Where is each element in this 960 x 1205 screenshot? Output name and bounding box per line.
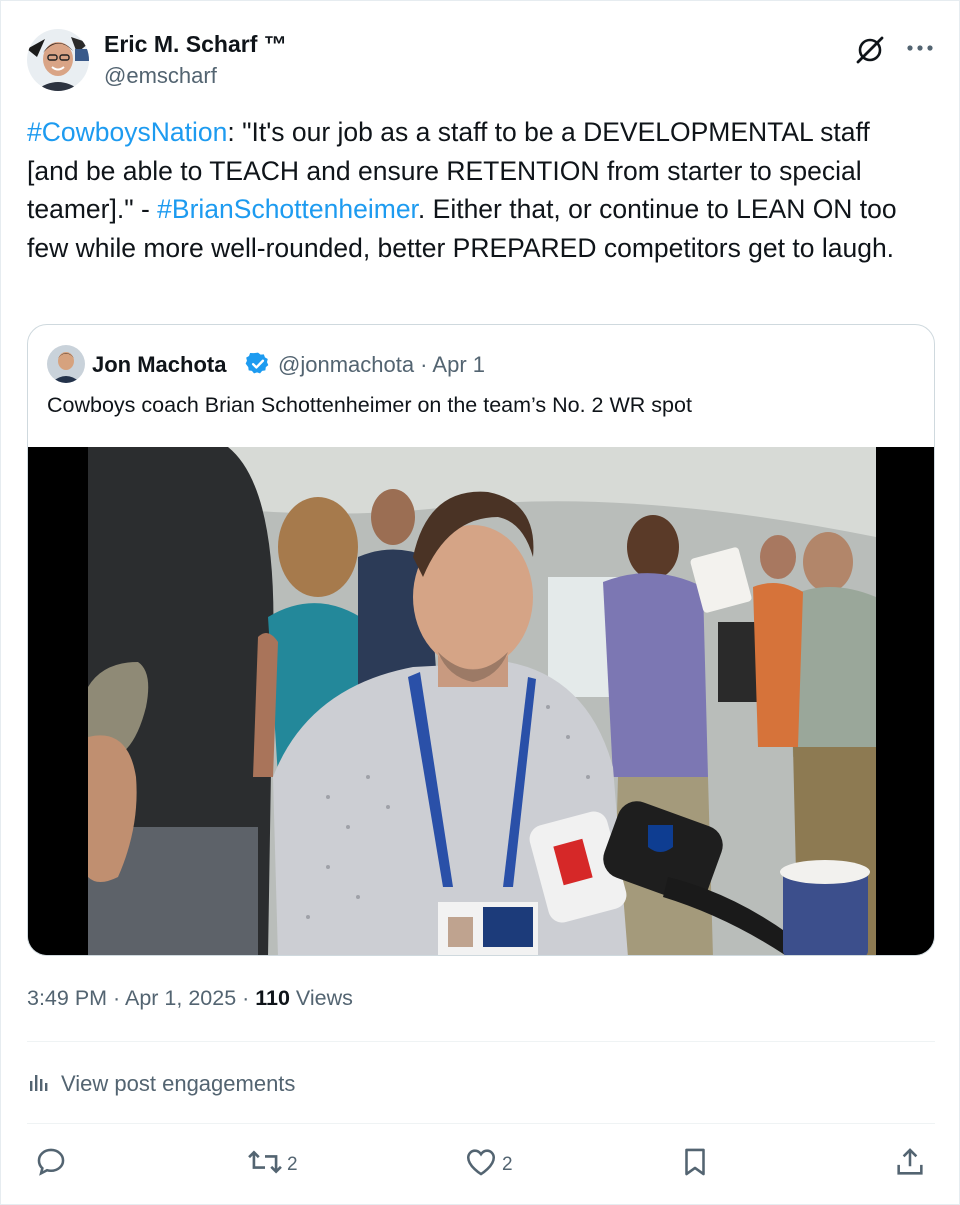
share-button[interactable] <box>893 1147 927 1183</box>
grok-icon[interactable] <box>854 33 886 65</box>
like-icon <box>464 1145 498 1185</box>
like-count: 2 <box>502 1154 513 1175</box>
divider <box>27 1123 935 1124</box>
post-meta: 3:49 PM · Apr 1, 2025 · 110 Views <box>27 986 353 1011</box>
bookmark-button[interactable] <box>678 1147 712 1183</box>
views-label: Views <box>289 986 353 1010</box>
post-container: Eric M. Scharf ™ @emscharf #CowboysNatio… <box>0 0 960 1205</box>
quoted-author-handle-date: @jonmachota · Apr 1 <box>278 352 485 377</box>
repost-count: 2 <box>287 1154 298 1175</box>
verified-badge-icon <box>245 351 271 377</box>
view-engagements-label: View post engagements <box>61 1071 296 1096</box>
divider <box>27 1041 935 1042</box>
bookmark-icon <box>678 1145 712 1185</box>
analytics-icon <box>27 1069 61 1099</box>
like-button[interactable]: 2 <box>464 1147 513 1183</box>
quoted-author-name[interactable]: Jon Machota <box>92 352 226 378</box>
author-handle[interactable]: @emscharf <box>104 63 217 89</box>
hashtag-link-cowboysnation[interactable]: #CowboysNation <box>27 117 227 147</box>
view-engagements-link[interactable]: View post engagements <box>27 1067 295 1101</box>
video-media[interactable] <box>28 447 934 955</box>
repost-button[interactable]: 2 <box>247 1147 298 1183</box>
views-count: 110 <box>255 986 290 1010</box>
hashtag-link-brianschottenheimer[interactable]: #BrianSchottenheimer <box>157 194 418 224</box>
quoted-post-text: Cowboys coach Brian Schottenheimer on th… <box>47 393 692 417</box>
share-icon <box>893 1145 927 1185</box>
more-options-icon[interactable] <box>904 35 936 63</box>
author-name[interactable]: Eric M. Scharf ™ <box>104 31 287 58</box>
post-text: #CowboysNation: "It's our job as a staff… <box>27 113 927 267</box>
post-time-date[interactable]: 3:49 PM · Apr 1, 2025 · <box>27 986 255 1010</box>
quoted-author-avatar[interactable] <box>47 345 85 383</box>
reply-button[interactable] <box>34 1147 68 1183</box>
repost-icon <box>247 1145 283 1185</box>
reply-icon <box>34 1145 68 1185</box>
quoted-post-card[interactable]: Jon Machota @jonmachota · Apr 1 Cowboys … <box>27 324 935 956</box>
author-avatar[interactable] <box>27 29 89 91</box>
